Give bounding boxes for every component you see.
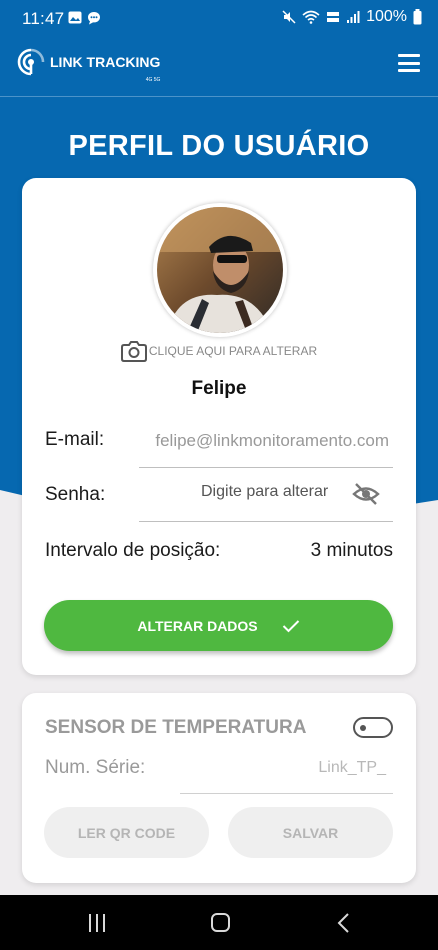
read-qr-code-button[interactable]: LER QR CODE: [44, 807, 209, 858]
status-system-icons: 100%: [282, 8, 422, 26]
signal-pin-icon: [17, 48, 45, 76]
status-time: 11:47: [22, 9, 65, 28]
change-photo-button[interactable]: CLIQUE AQUI PARA ALTERAR: [22, 340, 416, 362]
email-underline: [139, 467, 393, 468]
status-notification-icons: [68, 11, 101, 25]
avatar[interactable]: [153, 203, 287, 337]
password-field[interactable]: Digite para alterar: [201, 483, 328, 501]
password-underline: [139, 521, 393, 522]
save-label: SALVAR: [282, 824, 339, 841]
email-field[interactable]: felipe@linkmonitoramento.com: [155, 431, 389, 451]
volte-icon: [327, 12, 340, 22]
save-button[interactable]: SALVAR: [228, 807, 393, 858]
system-navigation-bar: [0, 895, 438, 950]
change-photo-label: CLIQUE AQUI PARA ALTERAR: [148, 344, 318, 358]
home-icon[interactable]: [211, 913, 230, 932]
temperature-sensor-card: SENSOR DE TEMPERATURA Num. Série: Link_T…: [22, 693, 416, 883]
sensor-toggle[interactable]: [353, 717, 393, 738]
hamburger-menu-icon[interactable]: [398, 54, 420, 72]
user-name: Felipe: [191, 378, 247, 399]
update-data-button[interactable]: ALTERAR DADOS: [44, 600, 393, 651]
mute-icon: [282, 10, 296, 24]
status-bar: 11:47 100%: [0, 0, 438, 32]
battery-icon: [413, 9, 422, 25]
serial-input[interactable]: Link_TP_: [318, 759, 386, 777]
signal-icon: [347, 11, 360, 23]
check-icon: [282, 619, 299, 632]
recent-apps-icon[interactable]: [89, 914, 105, 932]
chat-bubble-icon: [88, 12, 100, 25]
interval-label: Intervalo de posição:: [45, 540, 221, 561]
app-bar: LINK TRACKING 4G 5G: [0, 32, 438, 96]
gallery-icon: [68, 11, 82, 24]
profile-card: CLIQUE AQUI PARA ALTERAR Felipe E-mail: …: [22, 178, 416, 675]
logo-text: LINK TRACKING: [50, 54, 161, 70]
avatar-photo: [157, 207, 283, 333]
avatar-image: [157, 207, 283, 333]
update-data-label: ALTERAR DADOS: [137, 617, 258, 634]
page-title: PERFIL DO USUÁRIO: [68, 130, 370, 162]
read-qr-code-label: LER QR CODE: [77, 824, 176, 841]
back-icon[interactable]: [336, 912, 350, 934]
toggle-knob: [360, 725, 366, 731]
camera-icon: [120, 341, 147, 362]
logo-wordmark: LINK TRACKING 4G 5G: [46, 54, 161, 83]
app-logo[interactable]: LINK TRACKING 4G 5G: [16, 47, 161, 83]
serial-underline: [180, 793, 393, 794]
sensor-title: SENSOR DE TEMPERATURA: [45, 717, 307, 738]
battery-percent: 100%: [366, 8, 407, 25]
logo-subtext: 4G 5G: [145, 77, 161, 83]
serial-label: Num. Série:: [45, 757, 146, 778]
password-label: Senha:: [45, 484, 106, 505]
interval-value[interactable]: 3 minutos: [311, 540, 393, 562]
email-label: E-mail:: [45, 429, 105, 450]
wifi-icon: [302, 10, 320, 24]
eye-off-icon[interactable]: [352, 482, 380, 506]
